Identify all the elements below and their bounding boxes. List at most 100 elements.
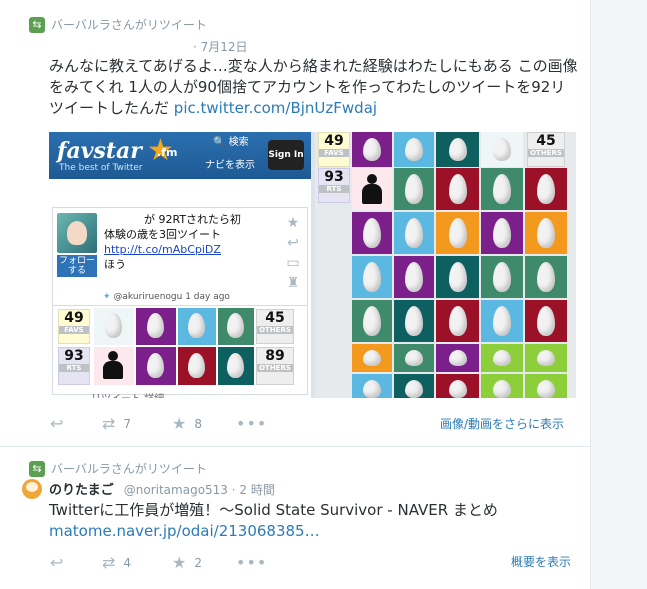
- egg-avatar: [436, 374, 479, 398]
- stat-rts: 93 RTS: [318, 168, 350, 203]
- egg-avatar: [394, 300, 434, 342]
- favstar-tagline: The best of Twitter: [59, 163, 143, 173]
- expand-media-link[interactable]: 画像/動画をさらに表示: [440, 415, 564, 432]
- stat-label: RTS: [319, 185, 349, 193]
- author-handle-time[interactable]: @noritamago513 · 2 時間: [124, 483, 275, 497]
- egg-avatar: [436, 212, 479, 254]
- egg-avatar: [178, 347, 216, 385]
- stat-label: OTHERS: [257, 364, 293, 372]
- tweet-media-link[interactable]: pic.twitter.com/BjnUzFwdaj: [174, 99, 377, 117]
- egg-avatar: [352, 256, 392, 298]
- egg-avatar: [352, 212, 392, 254]
- egg-avatar: [525, 300, 567, 342]
- favstar-signin: Sign In: [268, 140, 304, 170]
- egg-avatar: [352, 132, 392, 167]
- reply-icon: ↩: [287, 235, 299, 251]
- tweet-text: みんなに教えてあげるよ…変な人から絡まれた経験はわたしにもある この画像をみてく…: [49, 56, 579, 119]
- stat-others: 45 OTHERS: [527, 132, 565, 167]
- reply-icon[interactable]: ↩: [50, 414, 102, 433]
- stat-label: OTHERS: [257, 326, 293, 334]
- retweet-icon: ⇆: [29, 16, 45, 33]
- card-meta-text: @akuriruenogu 1 day ago: [113, 292, 230, 302]
- stat-favs: 49 FAVS: [58, 309, 90, 344]
- tweet-actions: ↩ ⇄ 4 ★ 2 •••: [50, 553, 267, 572]
- egg-avatar: [481, 344, 523, 372]
- trophy-icon: ♜: [286, 275, 300, 291]
- more-icon[interactable]: •••: [236, 553, 267, 572]
- egg-avatar: [525, 256, 567, 298]
- egg-avatar: [436, 344, 479, 372]
- retweet-context: ⇆ バーバルラさんがリツイート: [29, 16, 207, 33]
- favstar-nav: ナビを表示: [205, 160, 255, 171]
- stat-label: OTHERS: [528, 149, 564, 157]
- favorite-button[interactable]: ★ 8: [172, 414, 236, 433]
- author-name[interactable]: のりたまご: [49, 483, 114, 498]
- stat-num: 45: [265, 310, 285, 326]
- favorite-button[interactable]: ★ 2: [172, 553, 236, 572]
- reply-icon[interactable]: ↩: [50, 553, 102, 572]
- retweet-icon: ⇆: [29, 460, 45, 477]
- egg-avatar: [436, 168, 479, 210]
- favstar-logo: favstar: [57, 138, 142, 164]
- egg-avatar: [136, 347, 176, 385]
- stat-others: 45 OTHERS: [256, 309, 294, 344]
- stat-others: 89 OTHERS: [256, 347, 294, 385]
- egg-avatar: [394, 168, 434, 210]
- stat-num: 93: [324, 169, 344, 185]
- retweet-context: ⇆ バーバルラさんがリツイート: [29, 460, 207, 477]
- stat-rts: 93 RTS: [58, 347, 90, 385]
- retweet-button[interactable]: ⇄ 7: [102, 414, 172, 433]
- page-margin: [590, 0, 647, 589]
- stat-num: 49: [64, 310, 84, 326]
- egg-avatar: [481, 374, 523, 398]
- tweet-body: Twitterに工作員が増殖！〜Solid State Survivor - N…: [49, 501, 498, 519]
- retweet-count: 4: [123, 555, 132, 570]
- egg-avatar: [218, 347, 254, 385]
- favstar-search: 🔍 検索: [213, 137, 249, 148]
- card-link: http://t.co/mAbCpiDZ: [104, 243, 221, 256]
- egg-avatar: [394, 344, 434, 372]
- stat-num: 93: [64, 348, 84, 364]
- tweet-text: Twitterに工作員が増殖！〜Solid State Survivor - N…: [49, 500, 579, 542]
- egg-avatar: [525, 374, 567, 398]
- card-line: が 92RTされたら初: [144, 213, 242, 226]
- more-icon[interactable]: •••: [236, 414, 267, 433]
- egg-avatar: [481, 256, 523, 298]
- egg-avatar: [481, 132, 523, 167]
- egg-avatar: [481, 168, 523, 210]
- tweet-actions: ↩ ⇄ 7 ★ 8 •••: [50, 414, 267, 433]
- tweet-media[interactable]: favstar ★ .fm The best of Twitter 🔍 検索 ナ…: [49, 132, 576, 398]
- retweet-count: 7: [123, 416, 132, 431]
- favorite-count: 2: [194, 555, 202, 570]
- card-line: ほう: [104, 258, 126, 271]
- retweeted-by-label[interactable]: バーバルラさんがリツイート: [51, 460, 207, 477]
- egg-avatar: [352, 300, 392, 342]
- retweeted-by-label[interactable]: バーバルラさんがリツイート: [51, 16, 207, 33]
- egg-avatar: [352, 168, 392, 210]
- favstar-logo-suffix: .fm: [157, 146, 178, 159]
- card-line: 体験の歳を3回ツイート: [104, 228, 221, 241]
- star-icon: ★: [172, 553, 187, 572]
- stat-label: FAVS: [59, 326, 89, 334]
- tweet-timestamp[interactable]: · 7月12日: [193, 38, 248, 55]
- star-icon: ★: [172, 414, 187, 433]
- retweet-button[interactable]: ⇄ 4: [102, 553, 172, 572]
- divider: [53, 305, 307, 306]
- egg-avatar: [394, 374, 434, 398]
- egg-avatar: [178, 308, 216, 345]
- tweet-divider: [0, 446, 590, 447]
- egg-avatar: [436, 300, 479, 342]
- tweet-link[interactable]: matome.naver.jp/odai/213068385…: [49, 521, 579, 542]
- avatar[interactable]: [22, 479, 42, 499]
- egg-avatar: [436, 256, 479, 298]
- expand-summary-link[interactable]: 概要を表示: [511, 553, 571, 570]
- egg-avatar: [481, 300, 523, 342]
- favstar-screenshot-right: 49 FAVS 93 RTS 45 OTHERS: [315, 132, 576, 398]
- avatar: [57, 213, 97, 253]
- egg-avatar: [394, 256, 434, 298]
- stat-favs: 49 FAVS: [318, 132, 350, 167]
- retweet-icon: ⇄: [102, 553, 116, 572]
- retweet-icon: ⇄: [102, 414, 116, 433]
- egg-avatar: [525, 168, 567, 210]
- star-icon: ★: [286, 215, 300, 231]
